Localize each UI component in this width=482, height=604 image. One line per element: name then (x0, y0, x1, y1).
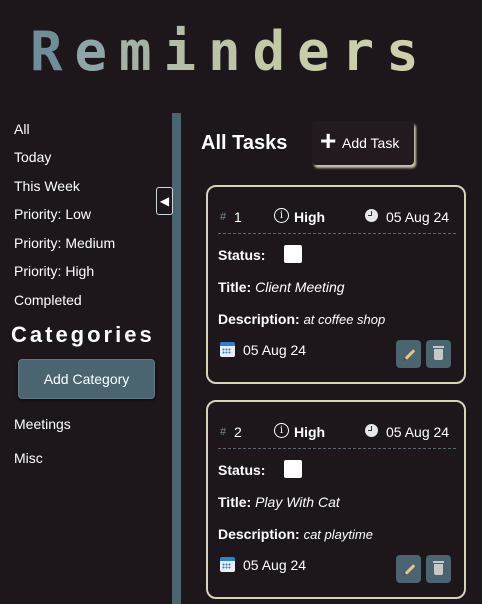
task-card: # 1 i High 05 Aug 24 Status: Title: Clie… (206, 185, 466, 384)
sidebar-divider[interactable] (172, 113, 181, 604)
status-label: Status: (218, 462, 266, 478)
app-title-letter: i (163, 20, 209, 83)
sidebar-item-this-week[interactable]: This Week (14, 178, 80, 194)
task-description-row: Description: at coffee shop (218, 310, 385, 329)
categories-heading: Categories (11, 322, 155, 347)
category-item-misc[interactable]: Misc (14, 450, 43, 466)
info-icon: i (274, 423, 289, 438)
add-task-label: Add Task (342, 135, 400, 151)
task-description: at coffee shop (303, 312, 386, 327)
task-title-row: Title: Client Meeting (218, 278, 345, 296)
sidebar-item-priority-medium[interactable]: Priority: Medium (14, 235, 115, 251)
task-due-date: 05 Aug 24 (243, 557, 307, 573)
task-number: 1 (234, 209, 242, 225)
task-card-header: # 2 i High 05 Aug 24 (218, 423, 456, 449)
info-icon: i (274, 208, 289, 223)
edit-button[interactable] (396, 555, 421, 583)
app-title-letter: r (341, 20, 387, 83)
hash-icon: # (220, 211, 227, 223)
description-label: Description: (218, 311, 300, 327)
task-due-date: 05 Aug 24 (243, 342, 307, 358)
sidebar-item-all[interactable]: All (14, 121, 30, 137)
sidebar-item-completed[interactable]: Completed (14, 292, 82, 308)
status-checkbox[interactable] (284, 245, 302, 263)
task-date: 05 Aug 24 (386, 424, 450, 440)
task-title: Client Meeting (255, 279, 345, 295)
calendar-icon (220, 557, 235, 572)
add-task-button[interactable]: + Add Task (312, 121, 414, 165)
task-description-row: Description: cat playtime (218, 525, 373, 544)
task-priority: High (294, 424, 326, 440)
sidebar-item-today[interactable]: Today (14, 149, 51, 165)
page-title: All Tasks (201, 132, 288, 154)
pencil-icon (404, 564, 416, 575)
app-title-letter: e (74, 20, 120, 83)
app-title-letter: e (297, 20, 342, 83)
task-date: 05 Aug 24 (386, 209, 450, 225)
task-title: Play With Cat (255, 494, 340, 510)
trash-icon (433, 561, 444, 575)
delete-button[interactable] (426, 340, 451, 368)
app-title-letter: R (30, 20, 75, 83)
app-title-letter: d (252, 20, 298, 83)
plus-icon: + (320, 125, 337, 156)
hash-icon: # (220, 426, 227, 438)
task-title-row: Title: Play With Cat (218, 493, 340, 511)
task-card-header: # 1 i High 05 Aug 24 (218, 208, 456, 234)
delete-button[interactable] (426, 555, 451, 583)
task-number: 2 (234, 424, 242, 440)
sidebar-item-priority-high[interactable]: Priority: High (14, 263, 94, 279)
edit-button[interactable] (396, 340, 421, 368)
trash-icon (433, 346, 444, 360)
clock-icon (365, 424, 378, 437)
calendar-icon (220, 342, 235, 357)
task-card: # 2 i High 05 Aug 24 Status: Title: Play… (206, 400, 466, 599)
pencil-icon (404, 349, 416, 360)
title-label: Title: (218, 279, 252, 295)
app-title-letter: n (208, 20, 253, 83)
app-title: Reminders (30, 22, 431, 82)
status-label: Status: (218, 247, 266, 263)
task-priority: High (294, 209, 326, 225)
category-item-meetings[interactable]: Meetings (14, 416, 71, 432)
status-checkbox[interactable] (284, 460, 302, 478)
task-description: cat playtime (303, 527, 373, 542)
app-title-letter: m (119, 20, 164, 83)
app-title-letter: s (386, 20, 431, 83)
clock-icon (365, 209, 378, 222)
app-header: Reminders (0, 0, 482, 113)
collapse-sidebar-icon[interactable]: ◀ (156, 187, 173, 215)
add-category-button[interactable]: Add Category (18, 359, 155, 399)
task-status-row: Status: (218, 460, 302, 479)
sidebar-item-priority-low[interactable]: Priority: Low (14, 206, 91, 222)
title-label: Title: (218, 494, 252, 510)
description-label: Description: (218, 526, 300, 542)
task-status-row: Status: (218, 245, 302, 264)
